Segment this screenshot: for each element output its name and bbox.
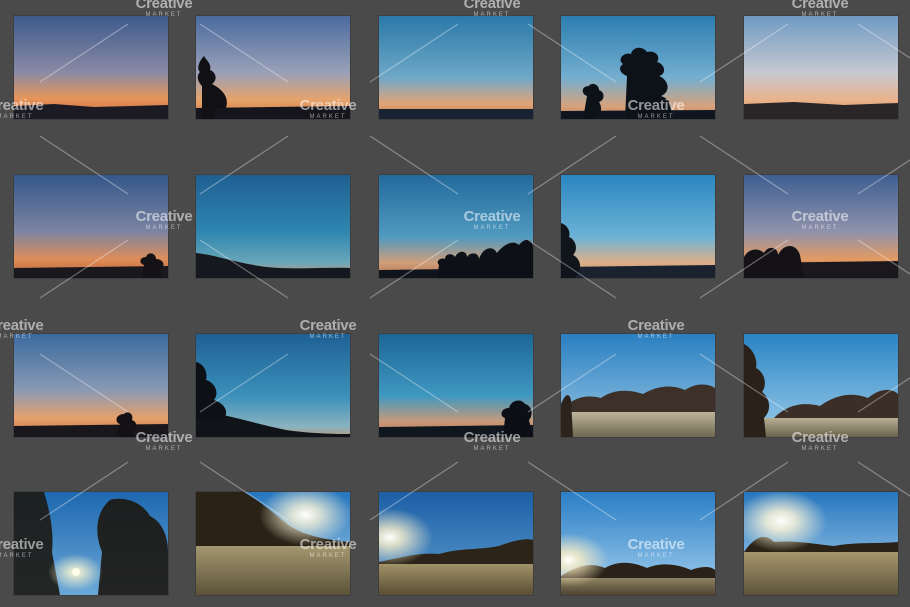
photo-collection-preview: Creative MARKET Creative MARKET Creative MA… <box>0 0 910 607</box>
frost-field-tree-photo <box>744 334 898 437</box>
photo-thumbnail <box>14 492 168 595</box>
photo-thumbnail <box>561 16 715 119</box>
field-sunburst-photo <box>196 492 350 595</box>
blue-hill-photo <box>196 175 350 278</box>
dusk-small-tree-photo <box>14 334 168 437</box>
blue-right-tree-photo <box>379 334 533 437</box>
field-low-sun-photo <box>561 492 715 595</box>
field-sun-left-photo <box>379 492 533 595</box>
photo-thumbnail <box>379 175 533 278</box>
photo-thumbnail <box>744 492 898 595</box>
photo-thumbnail <box>744 334 898 437</box>
photo-thumbnail <box>196 492 350 595</box>
photo-thumbnail <box>744 175 898 278</box>
blue-trees-photo <box>561 16 715 119</box>
photo-grid <box>0 0 910 607</box>
pale-dusk-photo <box>744 16 898 119</box>
photo-thumbnail <box>561 334 715 437</box>
blue-horizon-photo <box>379 16 533 119</box>
photo-thumbnail <box>379 492 533 595</box>
dusk-gradient-photo <box>14 16 168 119</box>
dusk-treeline-photo <box>744 175 898 278</box>
blue-hill-tree-photo <box>196 334 350 437</box>
bare-trees-sun-photo <box>14 492 168 595</box>
photo-thumbnail <box>379 334 533 437</box>
photo-thumbnail <box>14 175 168 278</box>
photo-thumbnail <box>14 16 168 119</box>
photo-thumbnail <box>196 16 350 119</box>
dusk-small-tree-photo <box>14 175 168 278</box>
frost-field-photo <box>561 334 715 437</box>
photo-thumbnail <box>744 16 898 119</box>
photo-thumbnail <box>561 175 715 278</box>
photo-thumbnail <box>196 334 350 437</box>
photo-thumbnail <box>14 334 168 437</box>
dusk-tree-photo <box>196 16 350 119</box>
photo-thumbnail <box>196 175 350 278</box>
photo-thumbnail <box>561 492 715 595</box>
blue-left-tree-photo <box>561 175 715 278</box>
field-sunburst-right-photo <box>744 492 898 595</box>
blue-treeline-photo <box>379 175 533 278</box>
photo-thumbnail <box>379 16 533 119</box>
